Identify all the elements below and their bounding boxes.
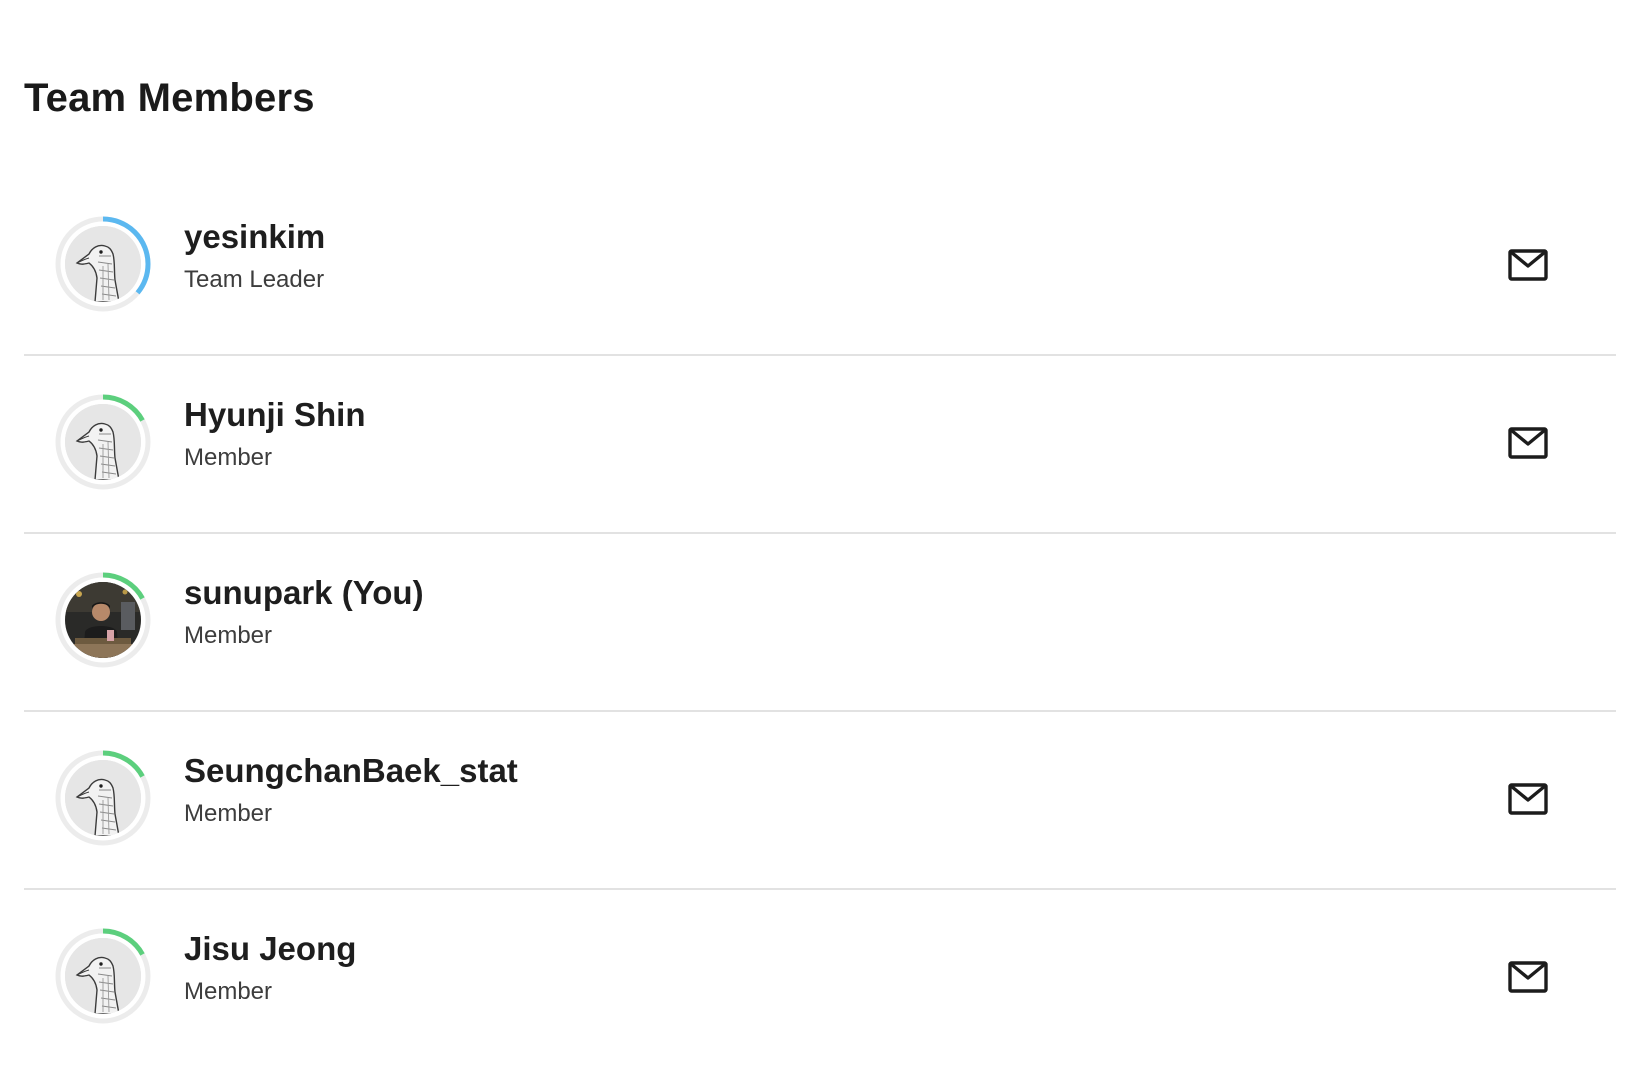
user-photo xyxy=(65,582,141,658)
goose-avatar-art xyxy=(65,760,141,836)
goose-avatar xyxy=(65,760,141,836)
member-row: SeungchanBaek_stat Member xyxy=(24,712,1616,890)
photo-avatar xyxy=(65,582,141,658)
member-role: Member xyxy=(184,978,273,1005)
member-name[interactable]: yesinkim xyxy=(184,218,325,256)
member-name[interactable]: Jisu Jeong xyxy=(184,930,356,968)
goose-avatar-art xyxy=(65,226,141,302)
member-role: Member xyxy=(184,800,273,827)
goose-avatar xyxy=(65,226,141,302)
send-mail-button[interactable] xyxy=(1506,958,1550,998)
mail-icon xyxy=(1506,961,1550,1002)
member-row: Hyunji Shin Member xyxy=(24,356,1616,534)
member-row: yesinkim Team Leader xyxy=(24,178,1616,356)
goose-avatar xyxy=(65,938,141,1014)
member-role: Member xyxy=(184,622,273,649)
member-list: yesinkim Team Leader Hyunji Shin Member … xyxy=(24,178,1616,1068)
mail-icon xyxy=(1506,249,1550,290)
goose-avatar xyxy=(65,404,141,480)
avatar[interactable] xyxy=(55,216,151,312)
member-name[interactable]: Hyunji Shin xyxy=(184,396,366,434)
mail-icon xyxy=(1506,427,1550,468)
member-name[interactable]: sunupark (You) xyxy=(184,574,424,612)
goose-avatar-art xyxy=(65,404,141,480)
send-mail-button[interactable] xyxy=(1506,424,1550,464)
avatar[interactable] xyxy=(55,394,151,490)
member-row: Jisu Jeong Member xyxy=(24,890,1616,1068)
member-role: Member xyxy=(184,444,273,471)
send-mail-button[interactable] xyxy=(1506,780,1550,820)
avatar[interactable] xyxy=(55,572,151,668)
send-mail-button[interactable] xyxy=(1506,246,1550,286)
page-title: Team Members xyxy=(24,76,315,120)
member-name[interactable]: SeungchanBaek_stat xyxy=(184,752,518,790)
avatar[interactable] xyxy=(55,750,151,846)
member-row: sunupark (You) Member xyxy=(24,534,1616,712)
member-role: Team Leader xyxy=(184,266,325,293)
avatar[interactable] xyxy=(55,928,151,1024)
mail-icon xyxy=(1506,783,1550,824)
goose-avatar-art xyxy=(65,938,141,1014)
